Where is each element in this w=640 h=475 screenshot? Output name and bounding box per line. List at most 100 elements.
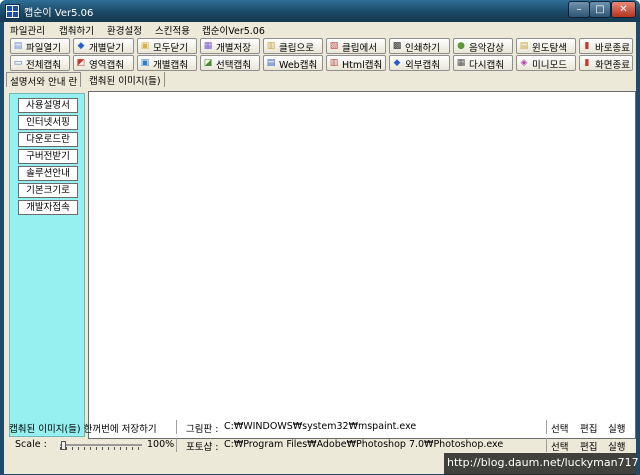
photoshop-label: 포토샵 : <box>186 442 219 453</box>
app-window: 캡순이 Ver5.06 – □ ✕ 파일관리 캡춰하기 환경설정 스킨적용 캡순… <box>0 0 640 475</box>
toolbar-button[interactable]: ▮ 바로종료 <box>579 38 633 54</box>
select-capture-icon: ◪ <box>203 58 213 68</box>
toolbar-button[interactable]: ▣ 개별캡춰 <box>137 55 197 71</box>
toolbar-button-label: 개별닫기 <box>89 43 124 54</box>
status-row-painter: 캡춰된 이미지(들) 한꺼번에 저장하기 그림판 : C:₩WINDOWS₩sy… <box>9 420 629 435</box>
exit-icon: ▮ <box>584 41 590 51</box>
separator <box>546 420 547 434</box>
from-clipboard-icon: ▧ <box>329 41 339 51</box>
scale-slider[interactable] <box>60 441 142 450</box>
separator <box>176 420 177 434</box>
close-button[interactable]: ✕ <box>611 1 636 18</box>
tab-captured-images[interactable]: 캡춰된 이미지(들) <box>86 72 165 87</box>
toolbar-button[interactable]: ▭ 전체캡춰 <box>10 55 70 71</box>
toolbar-button[interactable]: ▤ Web캡춰 <box>263 55 323 71</box>
painter-path: C:₩WINDOWS₩system32₩mspaint.exe <box>224 421 417 432</box>
photoshop-select-button[interactable]: 선택 <box>551 439 568 453</box>
toolbar-button[interactable]: ▤ 파일열기 <box>10 38 70 54</box>
toolbar-button[interactable]: ◩ 영역캡춰 <box>73 55 134 71</box>
sidebar-item-solution[interactable]: 솔루션안내 <box>18 166 78 181</box>
toolbar-button[interactable]: ◆ 외부캡춰 <box>389 55 450 71</box>
sidebar-item-default-size[interactable]: 기본크기로 <box>18 183 78 198</box>
music-icon: ● <box>457 41 465 51</box>
watermark-url: http://blog.daum.net/luckyman717 <box>447 456 639 469</box>
toolbar-button-label: 모두닫기 <box>153 43 188 54</box>
toolbar-button-label: Html캡춰 <box>342 60 383 71</box>
toolbar-button[interactable]: ◆ 개별닫기 <box>73 38 134 54</box>
open-icon: ▤ <box>13 41 23 51</box>
toolbar-button-label: 인쇄하기 <box>405 43 440 54</box>
toolbar-button-label: 개별저장 <box>216 43 251 54</box>
window-title: 캡순이 Ver5.06 <box>24 8 94 19</box>
sidebar-item-internet[interactable]: 인터넷서핑 <box>18 115 78 130</box>
toolbar-button[interactable]: ▦ 다시캡춰 <box>453 55 513 71</box>
region-capture-icon: ◩ <box>76 58 86 68</box>
sidebar-item-developer[interactable]: 개발자접속 <box>18 200 78 215</box>
sidebar-panel: 사용설명서 인터넷서핑 다운로드란 구버전받기 솔루션안내 기본크기로 개발자접… <box>9 93 85 437</box>
sidebar-item-old-version[interactable]: 구버전받기 <box>18 149 78 164</box>
tab-manual[interactable]: 설명서와 안내 란 <box>6 72 82 88</box>
recapture-icon: ▦ <box>456 58 466 68</box>
menu-capture[interactable]: 캡춰하기 <box>59 23 94 37</box>
menu-bar: 파일관리 캡춰하기 환경설정 스킨적용 캡순이Ver5.06 <box>4 22 636 37</box>
scale-slider-thumb[interactable] <box>61 441 66 450</box>
toolbar-button[interactable]: ▥ 클립으로 <box>263 38 323 54</box>
toolbar-button-label: 음악감상 <box>469 43 504 54</box>
scale-label: Scale : <box>15 439 47 450</box>
sidebar-item-download[interactable]: 다운로드란 <box>18 132 78 147</box>
image-view-area[interactable] <box>88 91 636 439</box>
menu-about[interactable]: 캡순이Ver5.06 <box>202 23 265 37</box>
toolbar-button[interactable]: ▦ 개별저장 <box>200 38 260 54</box>
toolbar-button-label: 개별캡춰 <box>153 60 188 71</box>
close-one-icon: ◆ <box>77 41 85 51</box>
toolbar-button-label: 클립으로 <box>279 43 314 54</box>
save-all-button[interactable]: 캡춰된 이미지(들) 한꺼번에 저장하기 <box>9 421 157 435</box>
toolbar-button[interactable]: ▤ 윈도탐색 <box>516 38 576 54</box>
full-capture-icon: ▭ <box>13 58 23 68</box>
toolbar-button-label: 파일열기 <box>26 43 61 54</box>
toolbar-button-label: 윈도탐색 <box>532 43 567 54</box>
toolbar-button-label: Web캡춰 <box>279 60 318 71</box>
separator <box>546 438 547 452</box>
save-icon: ▦ <box>203 41 213 51</box>
close-all-icon: ▣ <box>140 41 150 51</box>
toolbar-button[interactable]: ◈ 미니모드 <box>516 55 576 71</box>
photoshop-edit-button[interactable]: 편집 <box>580 439 597 453</box>
toolbar-button[interactable]: ▣ 모두닫기 <box>137 38 197 54</box>
photoshop-run-button[interactable]: 실행 <box>608 439 625 453</box>
toolbar-button-label: 영역캡춰 <box>89 60 124 71</box>
toolbar-button[interactable]: ▧ 클립에서 <box>326 38 386 54</box>
toolbar-button-label: 선택캡춰 <box>216 60 251 71</box>
toolbar-button-label: 바로종료 <box>595 43 630 54</box>
toolbar-button-label: 외부캡춰 <box>405 60 440 71</box>
painter-run-button[interactable]: 실행 <box>608 421 625 435</box>
toolbar-button[interactable]: ▩ 인쇄하기 <box>389 38 450 54</box>
app-icon[interactable] <box>5 4 20 19</box>
painter-select-button[interactable]: 선택 <box>551 421 568 435</box>
client-area: 파일관리 캡춰하기 환경설정 스킨적용 캡순이Ver5.06 ▤ 파일열기 ◆ 개별닫… <box>4 22 636 474</box>
toolbar-button-label: 전체캡춰 <box>26 60 61 71</box>
sidebar-item-manual[interactable]: 사용설명서 <box>18 98 78 113</box>
print-icon: ▩ <box>392 41 402 51</box>
toolbar-button-label: 화면종료 <box>595 60 630 71</box>
to-clipboard-icon: ▥ <box>266 41 276 51</box>
explorer-icon: ▤ <box>519 41 529 51</box>
tab-strip: 설명서와 안내 란 캡춰된 이미지(들) <box>4 72 636 88</box>
mini-mode-icon: ◈ <box>520 58 528 68</box>
title-bar[interactable]: 캡순이 Ver5.06 – □ ✕ <box>0 0 640 22</box>
separator <box>176 438 177 452</box>
toolbar-button-label: 클립에서 <box>342 43 377 54</box>
web-capture-icon: ▤ <box>266 58 276 68</box>
status-row-photoshop: Scale : 100% 포토샵 : C:₩Program Files₩Adob… <box>9 438 629 453</box>
painter-edit-button[interactable]: 편집 <box>580 421 597 435</box>
menu-skin[interactable]: 스킨적용 <box>155 23 190 37</box>
toolbar-button[interactable]: ◪ 선택캡춰 <box>200 55 260 71</box>
minimize-button[interactable]: – <box>568 1 590 18</box>
toolbar-button[interactable]: ▥ Html캡춰 <box>326 55 386 71</box>
toolbar-button[interactable]: ● 음악감상 <box>453 38 513 54</box>
menu-settings[interactable]: 환경설정 <box>107 23 142 37</box>
toolbar-button[interactable]: ▮ 화면종료 <box>579 55 633 71</box>
menu-file[interactable]: 파일관리 <box>10 23 45 37</box>
maximize-button[interactable]: □ <box>589 1 611 18</box>
external-capture-icon: ◆ <box>393 58 401 68</box>
